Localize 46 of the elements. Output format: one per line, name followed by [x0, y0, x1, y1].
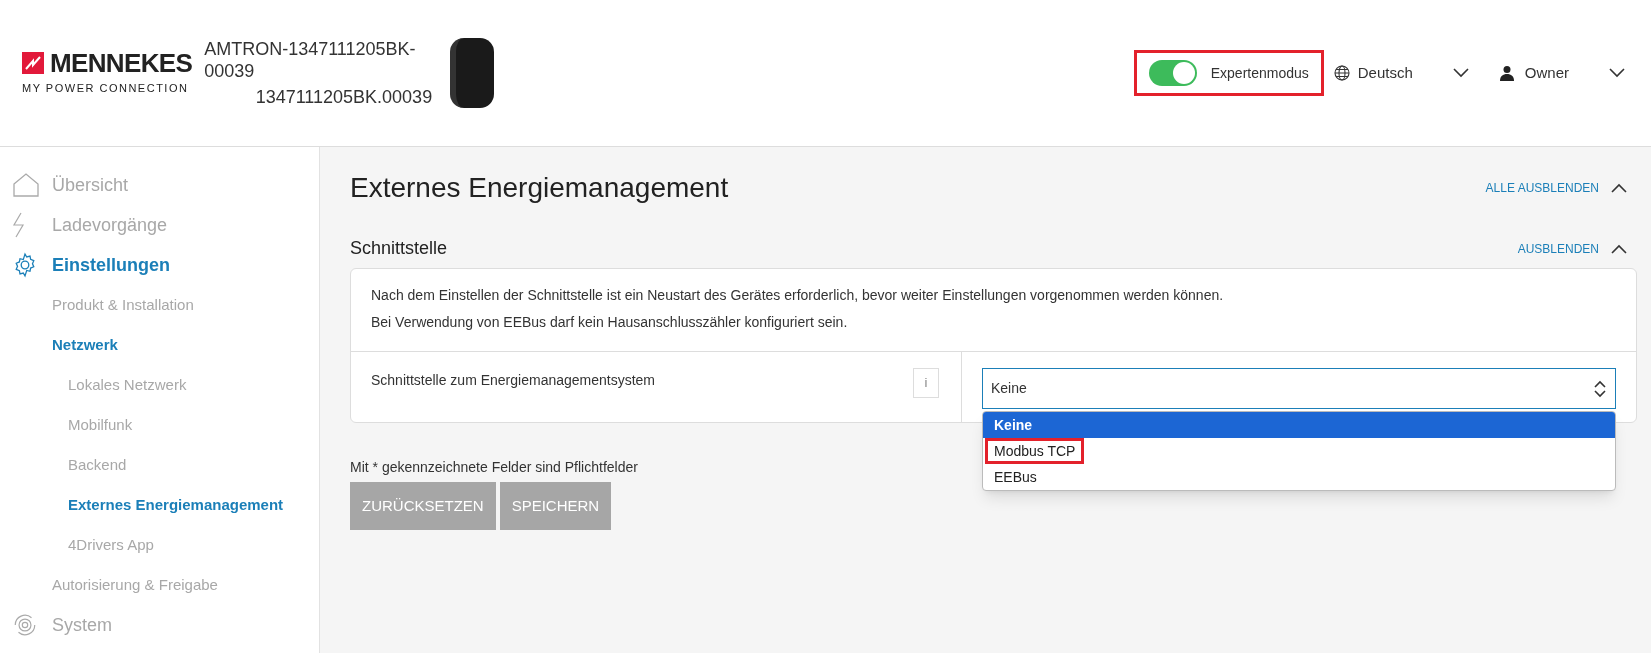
- chevron-up-icon: [1611, 243, 1627, 254]
- expert-mode-label: Expertenmodus: [1210, 63, 1309, 83]
- interface-select[interactable]: Keine: [982, 368, 1616, 409]
- dropdown-option[interactable]: Keine: [983, 412, 1615, 438]
- page-title: Externes Energiemanagement: [350, 171, 729, 205]
- sidebar-item[interactable]: Netzwerk: [52, 333, 118, 357]
- sidebar-item[interactable]: Autorisierung & Freigabe: [52, 573, 218, 597]
- sort-icon: [1593, 379, 1607, 398]
- logo-brand: MENNEKES: [50, 49, 193, 76]
- charger-photo: [450, 38, 495, 108]
- globe-icon: [1333, 65, 1350, 81]
- info-text: Bei Verwendung von EEBus darf kein Hausanschlusszähler konfiguriert sein.: [371, 313, 849, 332]
- sidebar-item[interactable]: System: [52, 611, 112, 639]
- chevron-down-icon: [1452, 68, 1469, 78]
- collapse-link[interactable]: AUSBLENDEN: [1517, 239, 1627, 258]
- sidebar-item[interactable]: Einstellungen: [52, 251, 170, 279]
- gear-icon: [12, 252, 38, 278]
- sidebar-item[interactable]: Übersicht: [52, 171, 129, 199]
- info-button[interactable]: i: [913, 368, 939, 398]
- user-icon: [1498, 65, 1515, 81]
- lightning-icon: [12, 212, 26, 238]
- chevron-down-icon: [1609, 68, 1625, 78]
- info-text: Nach dem Einstellen der Schnittstelle ist ein Neustart des Gerätes erforderlich, bevor weiter Einstellungen vorgenommen werden können.: [371, 286, 1225, 305]
- logo-tagline: MY POWER CONNECTION: [22, 80, 190, 96]
- sidebar-item[interactable]: Ladevorgänge: [52, 211, 168, 239]
- home-icon: [12, 172, 40, 198]
- gear-cycle-icon: [12, 612, 38, 638]
- expert-mode-toggle[interactable]: [1148, 60, 1197, 86]
- section-title: Schnittstelle: [350, 237, 448, 260]
- logo-icon: [22, 51, 44, 74]
- sidebar-item[interactable]: 4Drivers App: [68, 533, 154, 557]
- device-name: AMTRON-1347111205BK-00039: [204, 38, 417, 82]
- language-dropdown[interactable]: Deutsch: [1357, 61, 1413, 85]
- dropdown-option[interactable]: Modbus TCP: [983, 438, 1615, 464]
- field-label: Schnittstelle zum Energiemanagementsystem: [371, 371, 656, 390]
- device-serial: 1347111205BK.00039: [255, 86, 433, 108]
- required-note: Mit * gekennzeichnete Felder sind Pflichtfelder: [350, 458, 638, 477]
- sidebar-item[interactable]: Backend: [68, 453, 127, 477]
- sidebar-item[interactable]: Produkt & Installation: [52, 293, 194, 317]
- sidebar-item[interactable]: Externes Energiemanagement: [68, 493, 284, 517]
- dropdown-option[interactable]: EEBus: [983, 464, 1615, 490]
- sidebar-item[interactable]: Mobilfunk: [68, 413, 133, 437]
- user-menu[interactable]: Owner: [1524, 61, 1569, 85]
- collapse-all-link[interactable]: ALLE AUSBLENDEN: [1485, 179, 1627, 197]
- chevron-up-icon: [1611, 183, 1627, 193]
- sidebar-item[interactable]: Lokales Netzwerk: [68, 373, 187, 397]
